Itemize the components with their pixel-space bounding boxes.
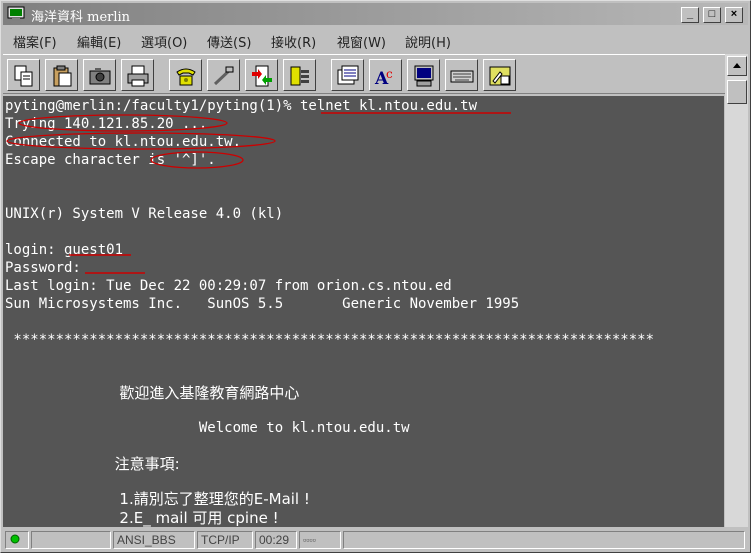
script-icon bbox=[489, 66, 511, 86]
menu-send[interactable]: 傳送(S) bbox=[207, 32, 251, 51]
led-indicators: ▫▫▫▫ bbox=[299, 531, 341, 549]
minimize-button[interactable]: _ bbox=[681, 7, 699, 23]
menu-edit[interactable]: 編輯(E) bbox=[77, 32, 121, 51]
settings-icon bbox=[290, 66, 309, 86]
window-title: 海洋資科 merlin bbox=[31, 10, 131, 25]
status-bar: ANSI_BBS TCP/IP 00:29 ▫▫▫▫ bbox=[3, 529, 748, 551]
transfer-icon bbox=[252, 65, 272, 87]
menu-window[interactable]: 視窗(W) bbox=[337, 32, 386, 51]
scroll-up-button[interactable] bbox=[727, 56, 747, 76]
svg-text:c: c bbox=[386, 67, 393, 81]
telnet-window: 海洋資科 merlin _ □ × 檔案(F) 編輯(E) 選項(O) 傳送(S… bbox=[0, 0, 751, 553]
disconnect-icon bbox=[213, 66, 234, 86]
menu-bar: 檔案(F) 編輯(E) 選項(O) 傳送(S) 接收(R) 視窗(W) 說明(H… bbox=[3, 28, 748, 52]
terminal-line: 歡迎進入基隆教育網路中心 bbox=[5, 384, 300, 402]
emulation-status: ANSI_BBS bbox=[113, 531, 195, 549]
copy-icon bbox=[14, 65, 33, 87]
title-bar[interactable]: 海洋資科 merlin _ □ × bbox=[3, 3, 748, 25]
camera-icon bbox=[89, 68, 111, 85]
status-message bbox=[343, 531, 745, 549]
terminal-line: 2.E_ mail 可用 cpine ! bbox=[5, 509, 279, 527]
menu-file[interactable]: 檔案(F) bbox=[13, 32, 57, 51]
settings-button[interactable] bbox=[283, 59, 316, 91]
terminal-line: pyting@merlin:/faculty1/pyting(1)% telne… bbox=[5, 98, 478, 114]
terminal-settings-button[interactable] bbox=[407, 59, 440, 91]
disconnect-button[interactable] bbox=[207, 59, 240, 91]
status-led-icon bbox=[10, 534, 20, 544]
connect-time: 00:29 bbox=[255, 531, 297, 549]
paste-icon bbox=[53, 65, 72, 87]
script-button[interactable] bbox=[483, 59, 516, 91]
arrow-up-icon bbox=[733, 63, 741, 68]
connection-indicator bbox=[5, 531, 29, 549]
phone-icon bbox=[176, 68, 196, 86]
status-panel-empty bbox=[31, 531, 111, 549]
toolbar: Ac bbox=[3, 54, 725, 94]
font-icon: Ac bbox=[374, 67, 393, 88]
terminal-line: Trying 140.121.85.20 ... bbox=[5, 116, 208, 132]
transfer-button[interactable] bbox=[245, 59, 278, 91]
connect-button[interactable] bbox=[169, 59, 202, 91]
maximize-button[interactable]: □ bbox=[703, 7, 721, 23]
terminal-icon bbox=[414, 65, 434, 87]
app-icon bbox=[7, 6, 25, 21]
terminal-line: 1.請別忘了整理您的E-Mail ! bbox=[5, 490, 310, 508]
keyboard-icon bbox=[450, 70, 474, 83]
protocol-status: TCP/IP bbox=[197, 531, 253, 549]
menu-help[interactable]: 說明(H) bbox=[405, 32, 451, 51]
keyboard-button[interactable] bbox=[445, 59, 478, 91]
terminal-line: Sun Microsystems Inc. SunOS 5.5 Generic … bbox=[5, 296, 520, 312]
terminal-line: login: guest01 bbox=[5, 242, 124, 258]
copy-button[interactable] bbox=[7, 59, 40, 91]
terminal-line: ****************************************… bbox=[5, 332, 655, 348]
vertical-scrollbar[interactable] bbox=[725, 54, 748, 527]
terminal-line: Password: bbox=[5, 260, 81, 276]
terminal-screen[interactable]: pyting@merlin:/faculty1/pyting(1)% telne… bbox=[3, 96, 724, 527]
paste-button[interactable] bbox=[45, 59, 78, 91]
capture-button[interactable] bbox=[83, 59, 116, 91]
close-button[interactable]: × bbox=[725, 7, 743, 23]
session-button[interactable] bbox=[331, 59, 364, 91]
terminal-line: Escape character is '^]'. bbox=[5, 152, 216, 168]
terminal-line: Connected to kl.ntou.edu.tw. bbox=[5, 134, 242, 150]
menu-receive[interactable]: 接收(R) bbox=[271, 32, 316, 51]
terminal-line: Welcome to kl.ntou.edu.tw bbox=[5, 420, 410, 436]
terminal-line: UNIX(r) System V Release 4.0 (kl) bbox=[5, 206, 284, 222]
terminal-line: Last login: Tue Dec 22 00:29:07 from ori… bbox=[5, 278, 452, 294]
session-icon bbox=[337, 65, 359, 85]
print-icon bbox=[127, 65, 149, 87]
scroll-thumb[interactable] bbox=[727, 80, 747, 104]
menu-options[interactable]: 選項(O) bbox=[141, 32, 187, 51]
terminal-line: 注意事項: bbox=[5, 455, 180, 473]
print-button[interactable] bbox=[121, 59, 154, 91]
font-button[interactable]: Ac bbox=[369, 59, 402, 91]
